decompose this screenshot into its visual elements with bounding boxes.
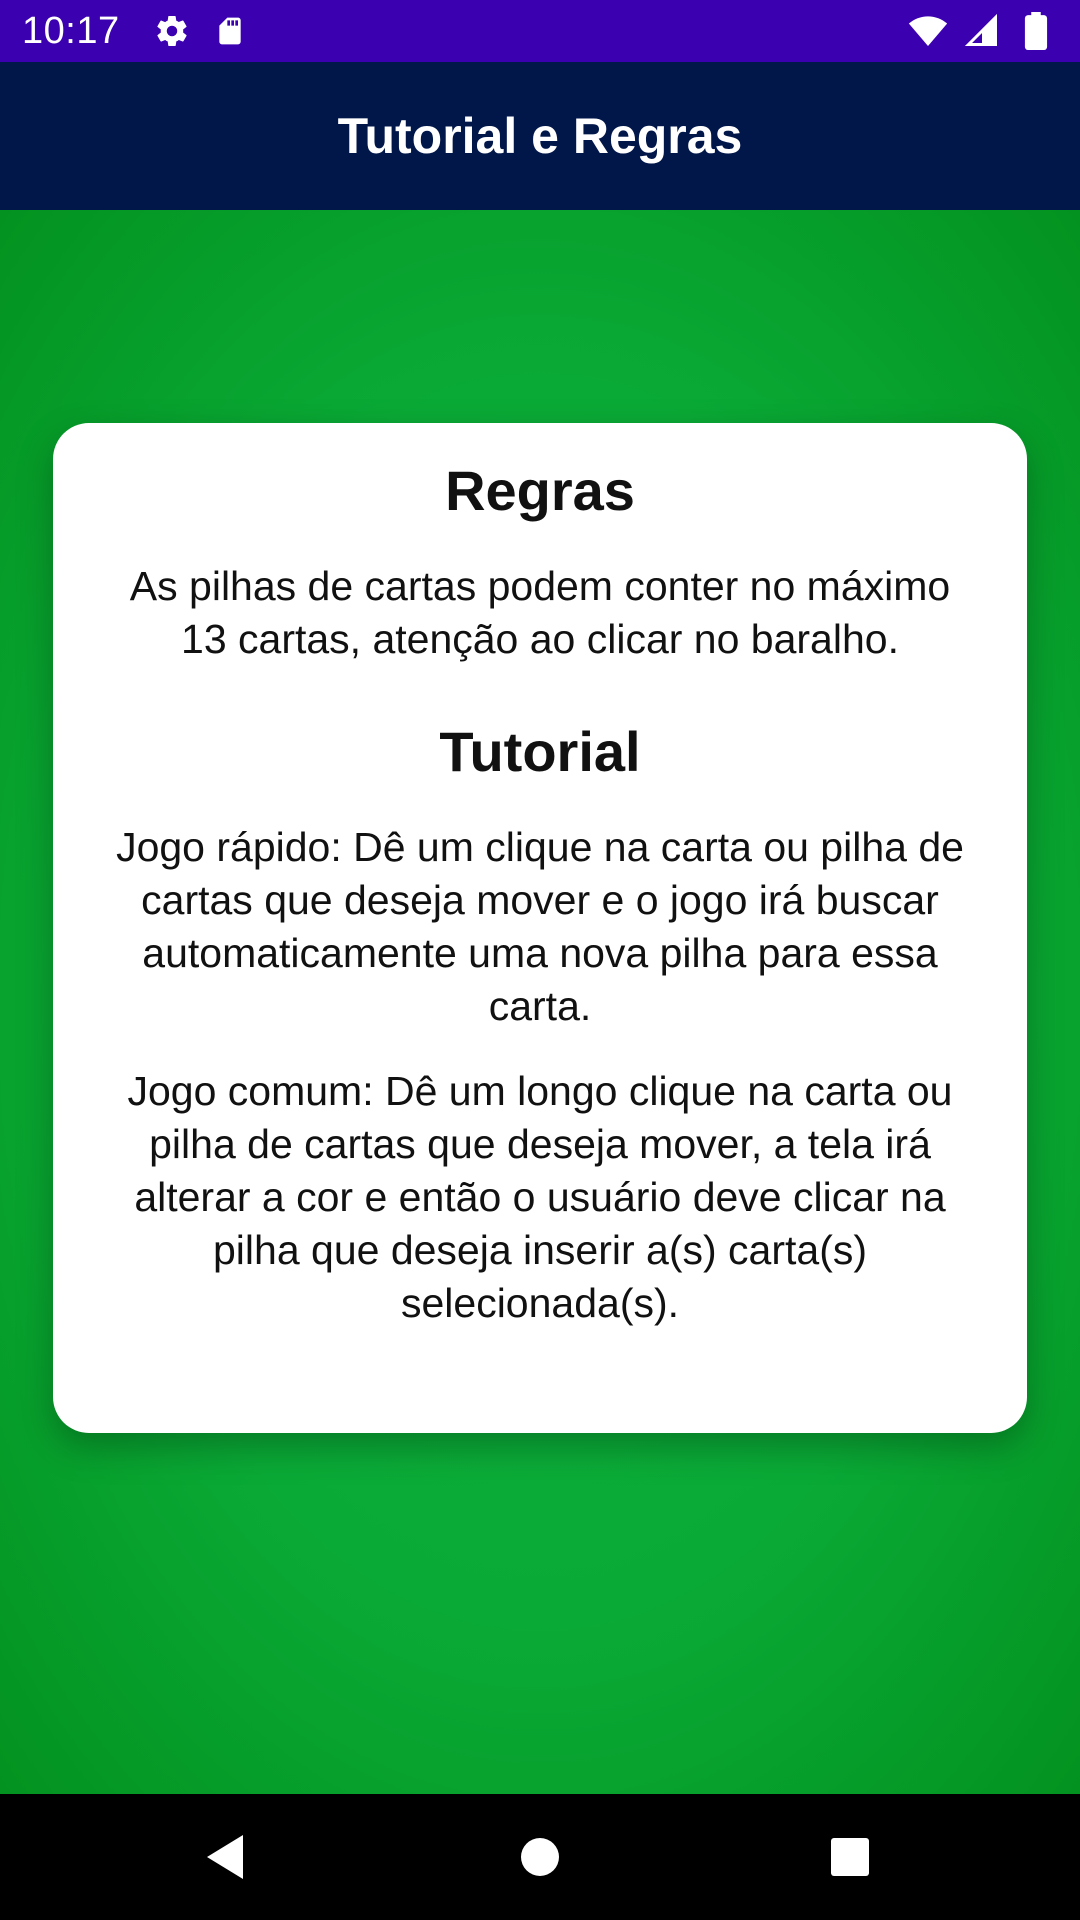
home-button[interactable] <box>515 1832 565 1882</box>
page-title: Tutorial e Regras <box>337 108 743 164</box>
recents-button[interactable] <box>825 1832 875 1882</box>
rules-text: As pilhas de cartas podem conter no máxi… <box>129 563 951 663</box>
sd-card-icon <box>208 9 252 53</box>
back-icon <box>207 1835 243 1879</box>
back-button[interactable] <box>200 1832 250 1882</box>
home-icon <box>521 1838 559 1876</box>
status-time: 10:17 <box>22 9 120 52</box>
gear-icon <box>150 9 194 53</box>
status-icons-right <box>896 9 1058 53</box>
battery-icon <box>1014 9 1058 53</box>
tutorial-title: Tutorial <box>439 720 641 784</box>
app-bar: Tutorial e Regras <box>0 62 1080 210</box>
rules-card: Regras As pilhas de cartas podem conter … <box>53 423 1027 1433</box>
content-area: Regras As pilhas de cartas podem conter … <box>0 210 1080 1794</box>
screen: 10:17 Tutorial e Regras Regras As pilhas… <box>0 0 1080 1920</box>
rules-title: Regras <box>445 459 635 522</box>
tutorial-quick-game-text: Jogo rápido: Dê um clique na carta ou pi… <box>116 824 964 1030</box>
signal-icon <box>960 9 1004 53</box>
tutorial-common-game-text: Jogo comum: Dê um longo clique na carta … <box>127 1068 953 1327</box>
status-bar: 10:17 <box>0 0 1080 62</box>
wifi-icon <box>906 9 950 53</box>
navigation-bar <box>0 1794 1080 1920</box>
recents-icon <box>831 1838 869 1876</box>
